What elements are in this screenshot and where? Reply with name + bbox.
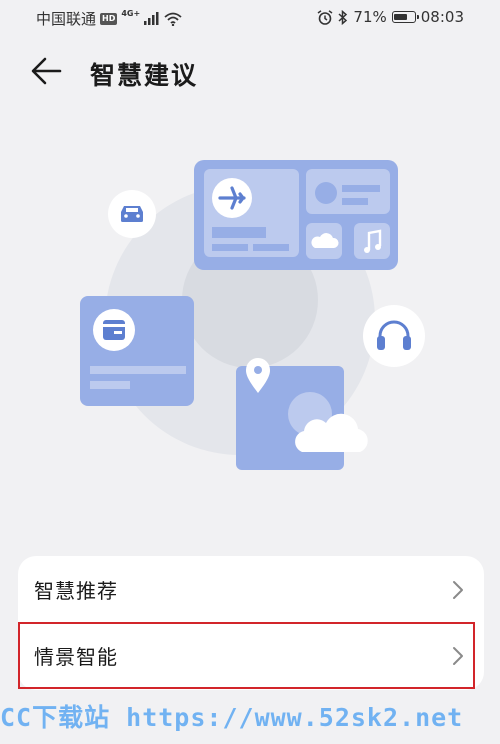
menu-item-label: 智慧推荐 (34, 578, 118, 603)
chevron-right-icon (453, 581, 463, 599)
page-title: 智慧建议 (90, 61, 199, 90)
menu-item-smart-recommendation[interactable]: 智慧推荐 (18, 556, 484, 622)
smart-suggestion-illustration (80, 160, 425, 470)
alarm-icon (317, 9, 333, 25)
arrow-left-icon (31, 57, 62, 85)
hd-badge: HD (100, 12, 118, 25)
menu-item-scenario-intelligence[interactable]: 情景智能 (18, 622, 484, 688)
wifi-icon (164, 12, 182, 26)
airplane-icon (212, 178, 252, 218)
battery-icon (391, 11, 419, 23)
menu-item-label: 情景智能 (34, 644, 118, 669)
signal-icon (144, 12, 159, 25)
battery-percent: 71% (353, 8, 387, 26)
travel-card (194, 160, 398, 270)
wallet-card (80, 296, 194, 406)
status-right: 71% 08:03 (317, 8, 464, 26)
network-type-label: 4G+ (121, 8, 141, 18)
back-button[interactable] (30, 56, 70, 92)
bluetooth-icon (338, 9, 348, 25)
chevron-right-icon (453, 647, 463, 665)
watermark: CC下载站 https://www.52sk2.net (0, 703, 464, 732)
menu-card: 智慧推荐 情景智能 (18, 556, 484, 690)
battery-cap (416, 15, 419, 19)
headphones-icon (363, 305, 425, 367)
car-icon (108, 190, 156, 238)
status-bar: 中国联通 HD 4G+ 71% 08:03 (0, 0, 500, 34)
status-left: 中国联通 HD 4G+ (36, 8, 182, 29)
battery-fill (394, 13, 408, 20)
wallet-icon (93, 309, 135, 351)
screen: 中国联通 HD 4G+ 71% 08:03 智慧建议 智慧推荐 情景智能 CC下… (0, 0, 500, 744)
clock: 08:03 (420, 8, 464, 26)
carrier-label: 中国联通 (36, 10, 97, 28)
